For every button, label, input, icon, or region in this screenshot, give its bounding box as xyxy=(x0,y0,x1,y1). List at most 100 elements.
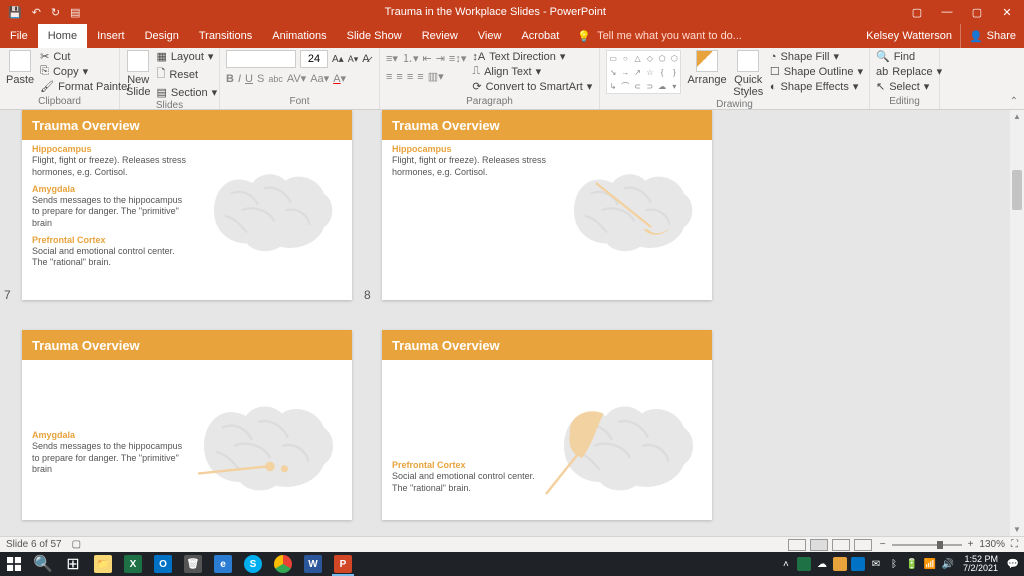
quick-styles-button[interactable]: Quick Styles xyxy=(733,50,764,98)
share-button[interactable]: 👤 Share xyxy=(960,24,1024,48)
text-direction-button[interactable]: ↕AText Direction▾ xyxy=(472,50,592,63)
scroll-up-icon[interactable]: ▲ xyxy=(1013,112,1021,121)
decrease-font-icon[interactable]: A▾ xyxy=(348,54,359,65)
fit-to-window-button[interactable]: ⛶ xyxy=(1011,539,1018,550)
vertical-scrollbar[interactable]: ▲ ▼ xyxy=(1010,110,1024,536)
chrome-app[interactable] xyxy=(268,552,298,576)
zoom-out-button[interactable]: − xyxy=(880,539,886,550)
tray-overflow-icon[interactable]: ˄ xyxy=(779,557,793,571)
copy-button[interactable]: ⎘Copy▾ xyxy=(40,65,131,78)
edge-app[interactable]: e xyxy=(208,552,238,576)
tell-me-search[interactable]: 💡 Tell me what you want to do... xyxy=(569,24,858,48)
start-button[interactable] xyxy=(0,552,28,576)
tab-file[interactable]: File xyxy=(0,24,38,48)
tray-app2-icon[interactable] xyxy=(833,557,847,571)
case-button[interactable]: Aa▾ xyxy=(310,72,329,85)
onedrive-icon[interactable]: ☁ xyxy=(815,557,829,571)
cut-button[interactable]: ✂Cut xyxy=(40,50,131,63)
shape-fill-button[interactable]: ◔Shape Fill▾ xyxy=(770,50,863,63)
battery-icon[interactable]: 🔋 xyxy=(905,557,919,571)
underline-button[interactable]: U xyxy=(245,73,253,85)
minimize-icon[interactable]: — xyxy=(940,6,954,19)
italic-button[interactable]: I xyxy=(238,73,241,85)
format-painter-button[interactable]: 🖌Format Painter xyxy=(40,80,131,93)
arrange-button[interactable]: Arrange xyxy=(687,50,726,86)
tab-view[interactable]: View xyxy=(468,24,512,48)
new-slide-button[interactable]: New Slide xyxy=(126,50,150,98)
clear-format-icon[interactable]: A̷ xyxy=(362,53,369,65)
ribbon-display-icon[interactable]: ▢ xyxy=(910,6,924,19)
scroll-down-icon[interactable]: ▼ xyxy=(1013,525,1021,534)
scroll-thumb[interactable] xyxy=(1012,170,1022,210)
bold-button[interactable]: B xyxy=(226,73,234,85)
save-icon[interactable]: 💾 xyxy=(8,6,22,19)
clock[interactable]: 1:52 PM 7/2/2021 xyxy=(959,555,1002,573)
find-button[interactable]: 🔍Find xyxy=(876,50,942,63)
layout-button[interactable]: ▦Layout▾ xyxy=(156,50,217,63)
tab-slideshow[interactable]: Slide Show xyxy=(337,24,412,48)
increase-font-icon[interactable]: A▴ xyxy=(332,54,344,65)
spacing-button[interactable]: AV▾ xyxy=(287,72,306,85)
redo-icon[interactable]: ↻ xyxy=(51,6,60,19)
tab-insert[interactable]: Insert xyxy=(87,24,135,48)
font-family-input[interactable] xyxy=(226,50,296,68)
align-right-icon[interactable]: ≡ xyxy=(407,71,413,83)
tab-review[interactable]: Review xyxy=(412,24,468,48)
maximize-icon[interactable]: ▢ xyxy=(970,6,984,19)
font-size-input[interactable] xyxy=(300,50,328,68)
file-explorer-app[interactable]: 📁 xyxy=(88,552,118,576)
tab-home[interactable]: Home xyxy=(38,24,87,48)
paste-button[interactable]: Paste xyxy=(6,50,34,86)
mail-icon[interactable]: ✉ xyxy=(869,557,883,571)
slideshow-view-button[interactable] xyxy=(854,539,872,551)
shape-effects-button[interactable]: ◐Shape Effects▾ xyxy=(770,80,863,93)
excel-app[interactable]: X xyxy=(118,552,148,576)
slide-sorter[interactable]: Trauma OverviewHippocampusFlight, fight … xyxy=(0,110,1024,536)
volume-icon[interactable]: 🔊 xyxy=(941,557,955,571)
search-button[interactable]: 🔍 xyxy=(28,552,58,576)
align-left-icon[interactable]: ≡ xyxy=(386,71,392,83)
tab-acrobat[interactable]: Acrobat xyxy=(511,24,569,48)
bluetooth-icon[interactable]: ᛒ xyxy=(887,557,901,571)
line-spacing-icon[interactable]: ≡↕▾ xyxy=(449,52,466,65)
reading-view-button[interactable] xyxy=(832,539,850,551)
tray-app3-icon[interactable] xyxy=(851,557,865,571)
justify-icon[interactable]: ≡ xyxy=(417,71,423,83)
numbering-icon[interactable]: ⒈▾ xyxy=(402,50,419,66)
section-button[interactable]: ▤Section▾ xyxy=(156,86,217,99)
account-user[interactable]: Kelsey Watterson xyxy=(858,24,960,48)
system-tray[interactable]: ˄ ☁ ✉ ᛒ 🔋 📶 🔊 1:52 PM 7/2/2021 💬 xyxy=(779,555,1024,573)
select-button[interactable]: ↖Select▾ xyxy=(876,80,942,93)
collapse-ribbon-icon[interactable]: ⌃ xyxy=(1010,96,1018,107)
skype-app[interactable]: S xyxy=(238,552,268,576)
replace-button[interactable]: abReplace▾ xyxy=(876,65,942,78)
font-color-button[interactable]: A▾ xyxy=(333,72,346,85)
tab-animations[interactable]: Animations xyxy=(262,24,336,48)
slide-thumbnail[interactable]: Trauma OverviewHippocampusFlight, fight … xyxy=(382,110,712,300)
word-app[interactable]: W xyxy=(298,552,328,576)
slide-thumbnail[interactable]: Trauma OverviewAmygdalaSends messages to… xyxy=(22,330,352,520)
shapes-gallery[interactable]: ▭○△◇⬠⬡ ↘→↗☆{} ↳⌒⊂⊃☁▾ xyxy=(606,50,681,94)
powerpoint-app[interactable]: P xyxy=(328,552,358,576)
outlook-app[interactable]: O xyxy=(148,552,178,576)
wifi-icon[interactable]: 📶 xyxy=(923,557,937,571)
shape-outline-button[interactable]: ☐Shape Outline▾ xyxy=(770,65,863,78)
recycle-bin-app[interactable]: 🗑 xyxy=(178,552,208,576)
align-text-button[interactable]: ⎍Align Text▾ xyxy=(472,65,592,78)
decrease-indent-icon[interactable]: ⇤ xyxy=(422,52,431,65)
start-from-beginning-icon[interactable]: ▤ xyxy=(70,6,80,19)
convert-smartart-button[interactable]: ⟳Convert to SmartArt▾ xyxy=(472,80,592,93)
tab-design[interactable]: Design xyxy=(135,24,189,48)
bullets-icon[interactable]: ≡▾ xyxy=(386,52,398,65)
strike-button[interactable]: S xyxy=(257,73,264,85)
columns-icon[interactable]: ▥▾ xyxy=(428,70,444,83)
sorter-view-button[interactable] xyxy=(810,539,828,551)
notifications-icon[interactable]: 💬 xyxy=(1006,557,1020,571)
tab-transitions[interactable]: Transitions xyxy=(189,24,262,48)
tray-app-icon[interactable] xyxy=(797,557,811,571)
align-center-icon[interactable]: ≡ xyxy=(396,71,402,83)
notes-icon[interactable]: ▢ xyxy=(72,539,81,550)
undo-icon[interactable]: ↶ xyxy=(32,6,41,19)
task-view-button[interactable]: ⊞ xyxy=(58,552,88,576)
shadow-button[interactable]: abc xyxy=(268,74,283,84)
